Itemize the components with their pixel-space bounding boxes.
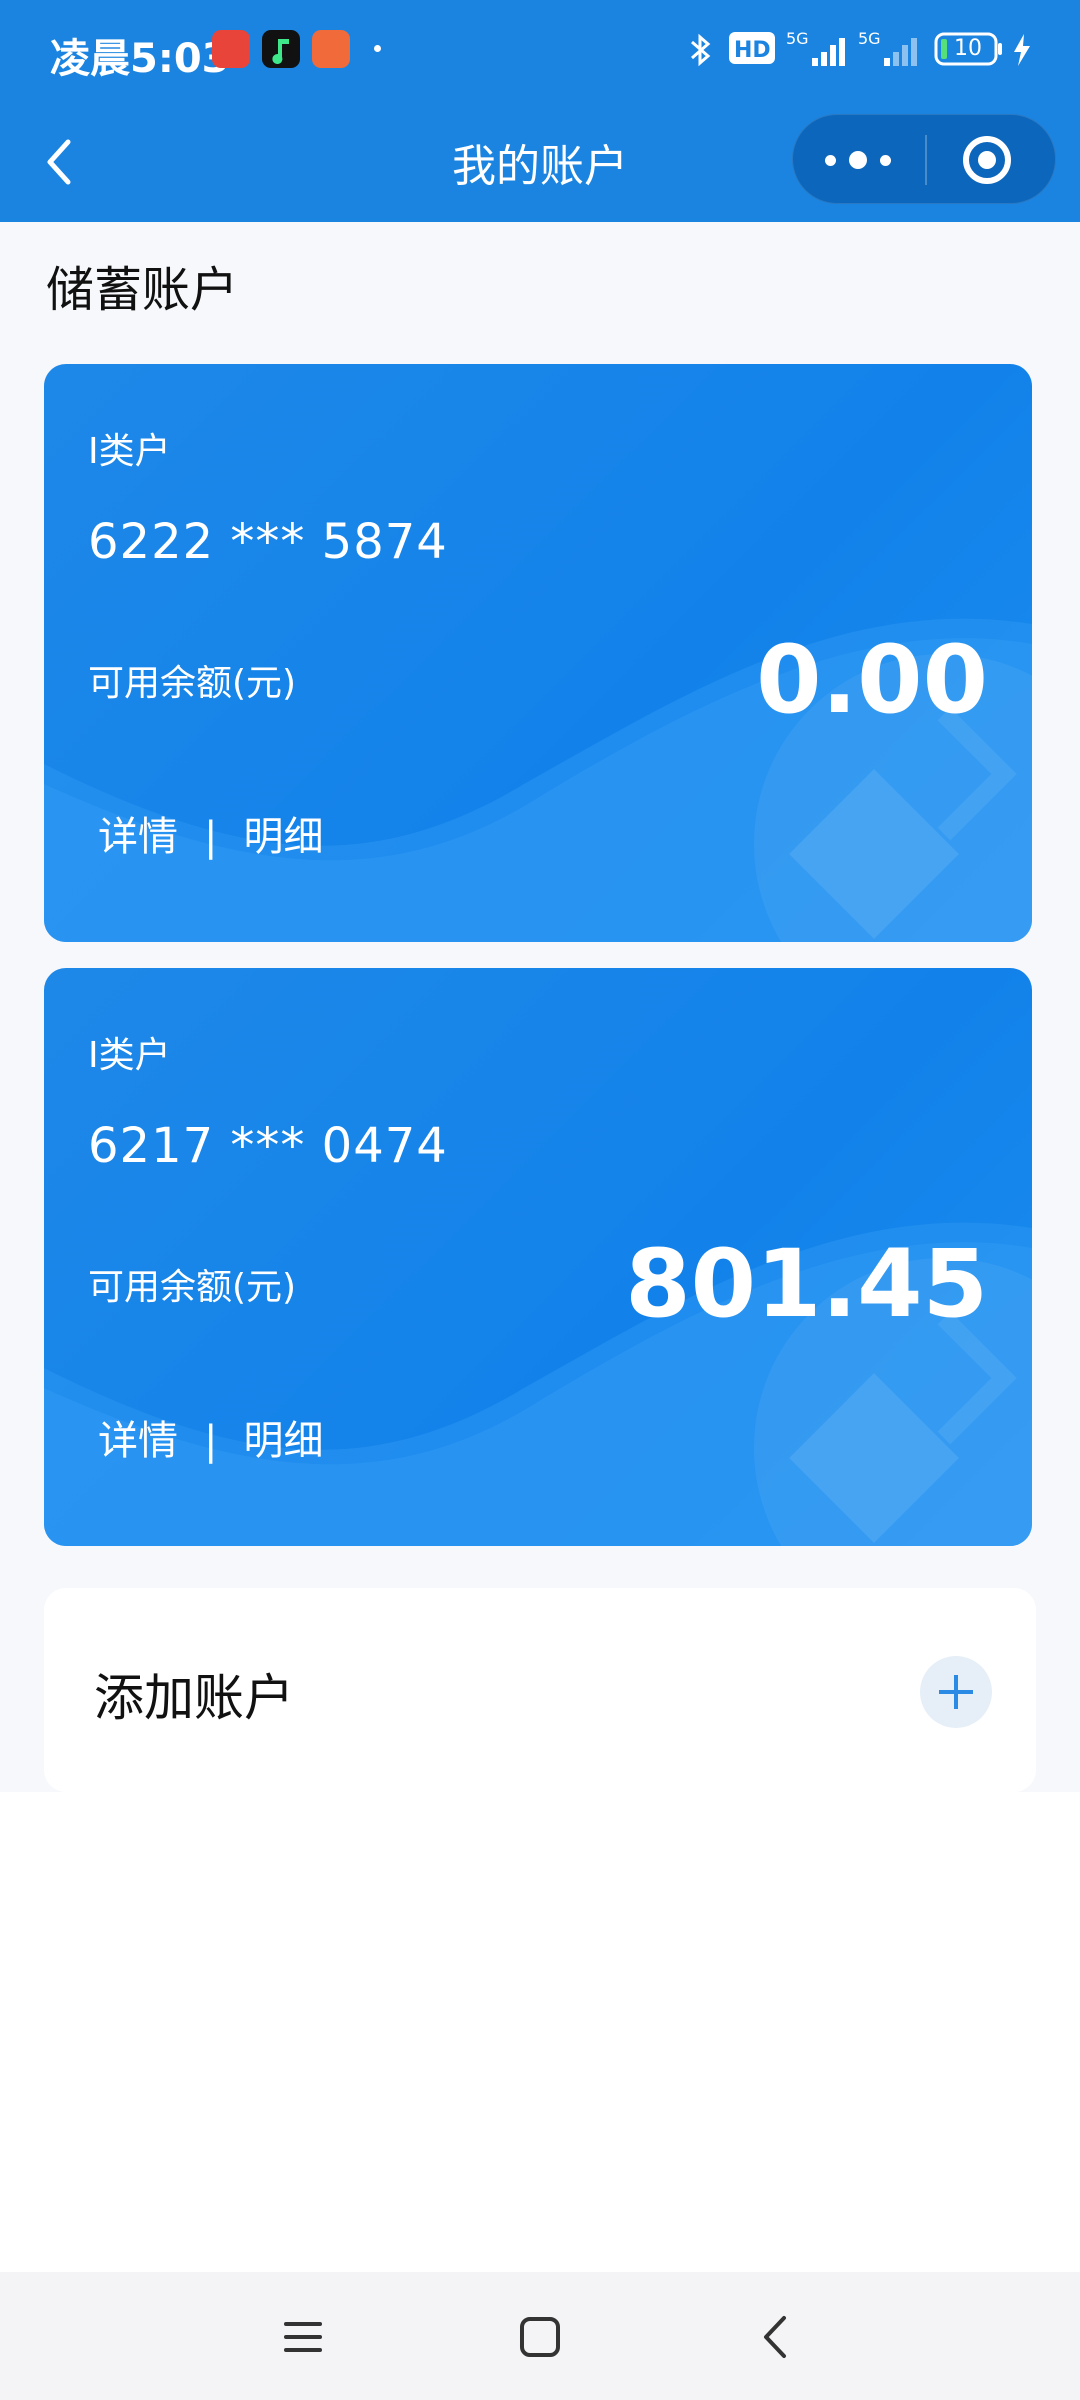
charging-icon [1014,34,1030,66]
back-icon[interactable] [752,2312,802,2362]
details-link[interactable]: 详情 [98,804,178,862]
home-icon[interactable] [515,2312,565,2362]
svg-text:5G: 5G [858,30,881,48]
balance-label: 可用余额(元) [88,1267,297,1308]
balance-label: 可用余额(元) [88,663,297,704]
system-nav-bar [0,2272,1080,2400]
card-links: 详情 | 明细 [98,804,323,862]
battery-icon: 10 [934,30,1004,68]
header: 凌晨5:03 HD 5G 5G 10 我的账户 [0,0,1080,222]
balance-amount: 0.00 [756,626,988,735]
add-account-label: 添加账户 [94,1669,294,1727]
link-separator: | [204,1418,218,1464]
account-type: Ⅰ类户 [88,431,171,472]
status-bar: 凌晨5:03 HD 5G 5G 10 [0,0,1080,100]
mini-program-capsule [792,114,1056,204]
status-time: 凌晨5:03 [50,36,230,82]
account-number: 6222 *** 5874 [88,514,448,570]
svg-text:HD: HD [734,38,771,63]
account-type: Ⅰ类户 [88,1035,171,1076]
hd-icon: HD [729,32,775,64]
capsule-divider [925,135,927,185]
section-title: 储蓄账户 [46,262,239,318]
link-separator: | [204,814,218,860]
account-number: 6217 *** 0474 [88,1118,448,1174]
app-icon-red [212,30,250,68]
nav-bar: 我的账户 [0,110,1080,222]
menu-icon[interactable] [278,2312,328,2362]
statement-link[interactable]: 明细 [243,804,323,862]
main-content: 储蓄账户 Ⅰ类户 6222 *** 5874 可用余额(元) 0.00 详情 | 明… [0,222,1080,1792]
statement-link[interactable]: 明细 [243,1408,323,1466]
battery-level: 10 [954,36,982,61]
svg-text:5G: 5G [786,30,809,48]
balance-amount: 801.45 [625,1230,988,1339]
bluetooth-icon [691,33,711,67]
target-circle-icon[interactable] [963,136,1011,184]
plus-icon[interactable] [920,1656,992,1728]
app-icon-music [262,30,300,68]
account-card[interactable]: Ⅰ类户 6217 *** 0474 可用余额(元) 801.45 详情 | 明细 [44,968,1032,1546]
account-card[interactable]: Ⅰ类户 6222 *** 5874 可用余额(元) 0.00 详情 | 明细 [44,364,1032,942]
notification-dot [374,45,381,52]
app-icon-shop [312,30,350,68]
signal-5g-icon: 5G [858,30,917,66]
card-links: 详情 | 明细 [98,1408,323,1466]
screen: 凌晨5:03 HD 5G 5G 10 我的账户 储蓄账户 Ⅰ类户 6222 **… [0,0,1080,2400]
details-link[interactable]: 详情 [98,1408,178,1466]
signal-5g-icon: 5G [786,30,845,66]
add-account-row[interactable]: 添加账户 [44,1588,1036,1792]
more-dots-icon[interactable] [823,135,895,185]
